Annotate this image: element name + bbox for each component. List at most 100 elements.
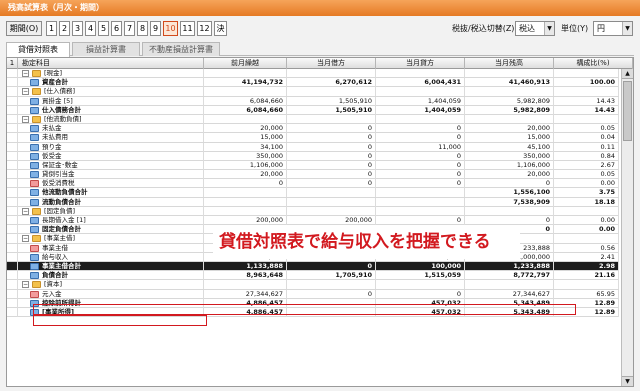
amount-cell: 1,515,059: [376, 271, 465, 281]
table-row[interactable]: 元入金 27,344,627 0 0 27,344,627 65.95: [7, 289, 619, 299]
month-button[interactable]: 10: [163, 21, 178, 36]
amount-cell: 1,233,888: [465, 261, 554, 271]
month-button[interactable]: 7: [124, 21, 135, 36]
scroll-up-icon[interactable]: ▲: [622, 69, 633, 79]
period-button[interactable]: 期間(O): [6, 21, 42, 36]
table-row[interactable]: 仮受金 350,000 0 0 350,000 0.84: [7, 151, 619, 161]
table-row[interactable]: 買掛金 [5] 6,084,660 1,505,910 1,404,059 5,982,…: [7, 96, 619, 106]
chevron-down-icon: ▼: [544, 22, 554, 35]
account-icon: [30, 180, 39, 188]
account-label: 流動負債合計: [42, 197, 81, 206]
amount-cell: [554, 234, 619, 244]
account-label: 資産合計: [42, 78, 68, 87]
header-credit[interactable]: 当月貸方: [376, 58, 465, 69]
row-index-cell: [7, 216, 18, 225]
table-row[interactable]: 未払金 20,000 0 0 20,000 0.05: [7, 124, 619, 134]
table-row[interactable]: 貸倒引当金 20,000 0 0 20,000 0.05: [7, 170, 619, 180]
month-button[interactable]: 9: [150, 21, 161, 36]
account-label: 仮受金: [42, 151, 62, 160]
table-row[interactable]: 仕入債務合計 6,084,660 1,505,910 1,404,059 5,982,8…: [7, 105, 619, 115]
account-label: 買掛金 [5]: [42, 96, 73, 105]
toolbar: 期間(O) 1 2 3 4 5 6 7 8 9 10 11 12 決 税抜/税込切替(Z) 税込 ▼ 単…: [0, 21, 640, 37]
table-row[interactable]: 預り金 34,100 0 11,000 45,100 0.11: [7, 142, 619, 152]
amount-cell: 0.05: [554, 124, 619, 134]
amount-cell: 0.00: [554, 225, 619, 235]
tab-income-statement[interactable]: 損益計算書: [72, 42, 140, 56]
row-index-cell: [7, 225, 18, 235]
amount-cell: 0: [287, 124, 376, 134]
amount-cell: 0: [287, 289, 376, 299]
amount-cell: 5,343,489: [465, 298, 554, 308]
amount-cell: 1,505,910: [287, 105, 376, 115]
table-row[interactable]: 資産合計 41,194,732 6,270,612 6,004,431 41,460,9…: [7, 78, 619, 88]
amount-cell: 65.95: [554, 289, 619, 299]
row-index-cell: [7, 252, 18, 262]
tab-balance-sheet[interactable]: 貸借対照表: [6, 42, 70, 57]
header-ratio[interactable]: 構成比(%): [554, 58, 633, 69]
vertical-scrollbar[interactable]: ▲ ▼: [621, 69, 633, 386]
table-row[interactable]: 負債合計 8,963,648 1,705,910 1,515,059 8,772,797…: [7, 271, 619, 281]
amount-cell: 350,000: [204, 151, 287, 161]
collapse-toggle-icon[interactable]: −: [22, 115, 29, 123]
scroll-down-icon[interactable]: ▼: [622, 376, 633, 386]
collapse-toggle-icon[interactable]: −: [22, 70, 29, 77]
amount-cell: [204, 280, 287, 290]
table-row[interactable]: 仮受消費税 0 0 0 0 0.00: [7, 179, 619, 189]
table-row[interactable]: 事業主借合計 1,133,888 0 100,000 1,233,888 2.98: [7, 261, 619, 272]
table-row[interactable]: 他流動負債合計 1,556,100 3.75: [7, 188, 619, 198]
tab-real-estate-statement[interactable]: 不動産損益計算書: [142, 42, 220, 56]
window-title: 残高試算表（月次・期間）: [0, 0, 640, 16]
account-cell: − [資本]: [18, 280, 204, 290]
month-button[interactable]: 決: [214, 21, 227, 36]
month-button[interactable]: 3: [72, 21, 83, 36]
collapse-toggle-icon[interactable]: −: [22, 235, 29, 243]
amount-cell: 0: [204, 179, 287, 189]
amount-cell: 1,505,910: [287, 96, 376, 106]
row-index-cell: [7, 96, 18, 106]
amount-cell: 457,032: [376, 307, 465, 317]
month-button[interactable]: 6: [111, 21, 122, 36]
account-icon: [30, 171, 39, 179]
table-row[interactable]: 未払費用 15,000 0 0 15,000 0.04: [7, 133, 619, 143]
header-prev-balance[interactable]: 前月繰越: [204, 58, 287, 69]
group-row[interactable]: − [固定負債]: [7, 206, 619, 216]
group-row[interactable]: − [現金]: [7, 69, 619, 79]
unit-select[interactable]: 円 ▼: [593, 21, 633, 36]
table-row[interactable]: [事業所得] 4,886,457 457,032 5,343,489 12.89: [7, 307, 619, 318]
amount-cell: [554, 87, 619, 97]
tax-select[interactable]: 税込 ▼: [515, 21, 555, 36]
table-row[interactable]: 流動負債合計 7,538,909 18.18: [7, 197, 619, 207]
month-button[interactable]: 8: [137, 21, 148, 36]
group-row[interactable]: − [資本]: [7, 280, 619, 290]
amount-cell: [287, 206, 376, 216]
amount-cell: 0: [376, 124, 465, 134]
header-debit[interactable]: 当月借方: [287, 58, 376, 69]
month-button[interactable]: 11: [180, 21, 195, 36]
collapse-toggle-icon[interactable]: −: [22, 88, 29, 96]
group-row[interactable]: − [他流動負債]: [7, 114, 619, 125]
header-account[interactable]: 勘定科目: [18, 58, 204, 69]
month-button[interactable]: 2: [59, 21, 70, 36]
amount-cell: 8,963,648: [204, 271, 287, 281]
month-button[interactable]: 12: [197, 21, 212, 36]
collapse-toggle-icon[interactable]: −: [22, 207, 29, 215]
tab-bar: 貸借対照表 損益計算書 不動産損益計算書: [6, 42, 634, 57]
header-balance[interactable]: 当月残高: [465, 58, 554, 69]
group-row[interactable]: − [仕入債務]: [7, 87, 619, 97]
table-row[interactable]: 控除前所得計 4,886,457 457,032 5,343,489 12.89: [7, 298, 619, 308]
month-button[interactable]: 1: [46, 21, 57, 36]
month-button[interactable]: 5: [98, 21, 109, 36]
scroll-thumb[interactable]: [623, 81, 632, 141]
account-label: 保証金･敷金: [42, 160, 78, 169]
account-label: 事業主借: [42, 243, 68, 252]
collapse-toggle-icon[interactable]: −: [22, 281, 29, 289]
account-cell: 資産合計: [18, 78, 204, 88]
amount-cell: 0.84: [554, 151, 619, 161]
month-button[interactable]: 4: [85, 21, 96, 36]
account-cell: 負債合計: [18, 271, 204, 281]
account-icon: [30, 299, 39, 307]
amount-cell: 12.89: [554, 307, 619, 317]
table-row[interactable]: 保証金･敷金 1,106,000 0 0 1,106,000 2.67: [7, 160, 619, 171]
row-index-cell: [7, 78, 18, 88]
table-row[interactable]: 長期借入金 [1] 200,000 200,000 0 0 0.00: [7, 216, 619, 226]
